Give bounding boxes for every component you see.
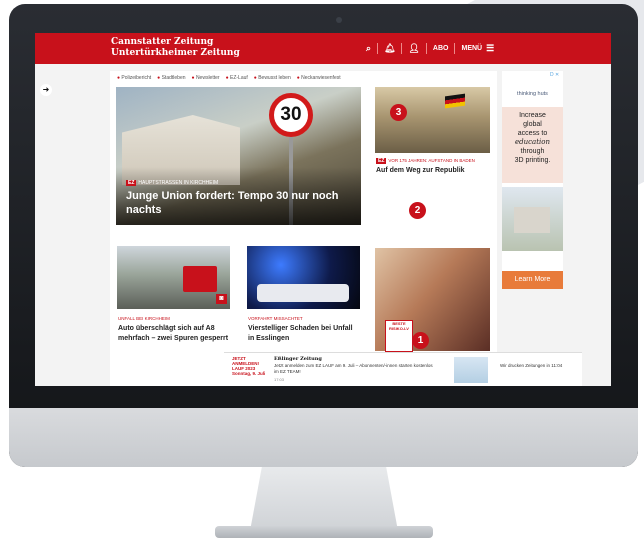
sky-image (502, 187, 563, 251)
lauf-date: Sonntag, 9. Juli (232, 371, 266, 376)
card2-image[interactable] (247, 246, 360, 309)
monitor-stand (250, 467, 398, 531)
menu-label[interactable]: MENÜ (461, 45, 482, 52)
card2-title[interactable]: Vierstelliger Schaden bei Unfall in Essl… (248, 324, 360, 344)
logo-line2: Untertürkheimer Zeitung (111, 48, 240, 58)
tag-ez-lauf[interactable]: EZ-Lauf (226, 75, 248, 81)
marker-1: 1 (412, 332, 429, 349)
sky-line3: access to (517, 130, 548, 137)
sky-brand: thinking huts (517, 91, 548, 97)
topic-tags: Polizeibericht Stadtleben Newsletter EZ-… (117, 75, 347, 81)
nav-divider (377, 43, 379, 54)
nav-divider (454, 43, 456, 54)
nav-divider (425, 43, 427, 54)
banner-message: Jetzt anmelden zum EZ LAUF am 9. Juli – … (274, 363, 433, 374)
hero-kicker: EZ HAUPTSTRASSEN IN KIRCHHEIM (126, 180, 218, 186)
adchoices-icon[interactable]: D ✕ (550, 72, 559, 78)
hero-title[interactable]: Junge Union fordert: Tempo 30 nur noch n… (126, 189, 351, 217)
webcam (336, 17, 342, 23)
search-icon[interactable]: ⌕ (366, 43, 371, 54)
tag-bewusst-leben[interactable]: Bewusst leben (254, 75, 291, 81)
sky-line5: through (520, 148, 545, 155)
display-ad[interactable]: BESTE RISIKO-LV (375, 248, 490, 352)
monitor-chin (9, 408, 638, 467)
abo-link[interactable]: ABO (433, 45, 449, 52)
banner-thumbnail (454, 357, 488, 383)
monitor-base (215, 526, 433, 538)
banner-brand: Eßlinger Zeitung (274, 356, 322, 362)
sky-copy: Increase global access to education thro… (502, 107, 563, 183)
tag-stadtleben[interactable]: Stadtleben (157, 75, 186, 81)
bottom-banner-ad[interactable]: JETZT ANMELDEN! LAUF 2023 Sonntag, 9. Ju… (224, 352, 582, 386)
flag-graphic (445, 93, 465, 109)
learn-more-button[interactable]: Learn More (502, 271, 563, 289)
sky-line4: education (515, 138, 550, 146)
ez-badge: EZ (376, 158, 387, 164)
speed-limit-sign: 30 (269, 93, 313, 137)
card1-kicker: UNFALL BEI KIRCHHEIM (118, 316, 170, 321)
hamburger-icon[interactable]: ☰ (486, 43, 494, 54)
card1-image[interactable]: ◙ (117, 246, 230, 309)
site-logo[interactable]: Cannstatter Zeitung Untertürkheimer Zeit… (111, 37, 240, 59)
site-header: Cannstatter Zeitung Untertürkheimer Zeit… (35, 33, 611, 64)
tag-newsletter[interactable]: Newsletter (192, 75, 220, 81)
camera-icon: ◙ (216, 294, 227, 304)
banner-time: 17:03 (274, 377, 285, 382)
hero-kicker-text: HAUPTSTRASSEN IN KIRCHHEIM (138, 180, 219, 186)
skyscraper-ad[interactable]: D ✕ thinking huts Increase global access… (502, 71, 563, 289)
nav-divider (401, 43, 403, 54)
browser-screen: Cannstatter Zeitung Untertürkheimer Zeit… (35, 33, 611, 386)
article-right-image[interactable] (375, 87, 490, 153)
hero-article[interactable]: 30 EZ HAUPTSTRASSEN IN KIRCHHEIM Junge Un… (116, 87, 361, 225)
marker-3: 3 (390, 104, 407, 121)
arrow-right-icon[interactable]: ➜ (40, 84, 52, 96)
ez-badge: EZ (126, 180, 137, 186)
header-nav: ⌕ 🔔︎ 👤︎ ABO MENÜ ☰ (366, 41, 494, 56)
ez-lauf-logo: JETZT ANMELDEN! LAUF 2023 Sonntag, 9. Ju… (232, 356, 268, 384)
marker-2: 2 (409, 202, 426, 219)
police-car (257, 284, 349, 302)
article-right-title[interactable]: Auf dem Weg zur Republik (376, 167, 465, 174)
user-icon[interactable]: 👤︎ (408, 43, 419, 54)
card2-kicker: VORFAHRT MISSACHTET (248, 316, 303, 321)
tag-neckarwiesenfest[interactable]: Neckarwiesenfest (297, 75, 340, 81)
sky-line6: 3D printing. (514, 157, 551, 164)
bell-icon[interactable]: 🔔︎ (384, 43, 395, 54)
sky-line1: Increase (519, 112, 546, 119)
sky-line2: global (523, 121, 542, 128)
banner-right-text: Wir drucken Zeitungen in 11:04 (500, 363, 563, 368)
main-content: Polizeibericht Stadtleben Newsletter EZ-… (110, 71, 497, 386)
logo-line1: Cannstatter Zeitung (111, 37, 214, 47)
ad-test-badge: BESTE RISIKO-LV (385, 320, 413, 352)
article-right-kicker: EZ VOR 175 JAHREN: AUFSTAND IN BADEN (376, 158, 475, 164)
article-right-kicker-text: VOR 175 JAHREN: AUFSTAND IN BADEN (388, 158, 475, 163)
ad-box-line2: RISIKO-LV (389, 326, 409, 331)
fire-truck (183, 266, 217, 292)
card1-title[interactable]: Auto überschlägt sich auf A8 mehrfach – … (118, 324, 230, 344)
tag-polizeibericht[interactable]: Polizeibericht (117, 75, 151, 81)
hut-graphic (514, 207, 550, 233)
